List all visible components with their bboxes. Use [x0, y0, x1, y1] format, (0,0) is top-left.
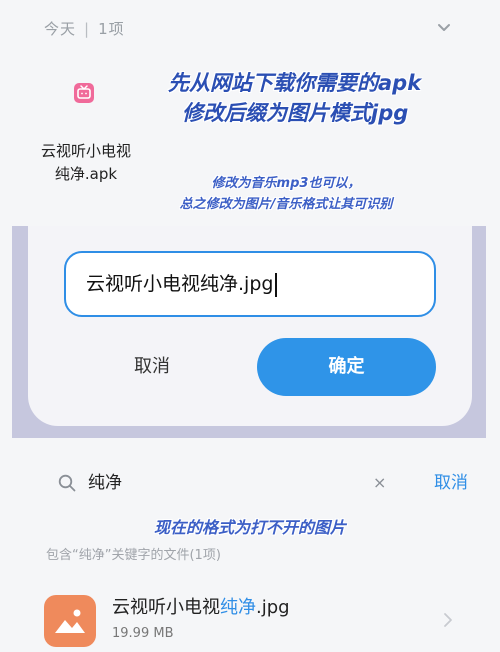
result-name-highlight: 纯净	[220, 597, 256, 618]
result-name-suffix: .jpg	[256, 597, 290, 618]
annotation-line1: 先从网站下载你需要的apk	[168, 71, 422, 95]
annotation-line2: 修改后缀为图片模式jpg	[182, 101, 409, 125]
annotation-instructions: 先从网站下载你需要的apk 修改后缀为图片模式jpg	[168, 68, 421, 128]
search-icon	[58, 474, 76, 492]
search-cancel-button[interactable]: 取消	[434, 470, 468, 496]
search-input[interactable]: 纯净	[88, 470, 348, 496]
header-separator: |	[84, 20, 91, 38]
annotation-status: 现在的格式为打不开的图片	[154, 518, 347, 537]
result-file-size: 19.99 MB	[112, 626, 174, 641]
chevron-right-icon	[444, 613, 452, 627]
image-icon	[55, 609, 85, 633]
file-name-line2: 纯净.apk	[54, 165, 118, 183]
count-label: 1项	[98, 20, 125, 38]
rename-input-value: 云视听小电视纯净.jpg	[86, 273, 274, 295]
file-name: 云视听小电视 纯净.apk	[36, 140, 136, 186]
annotation-note: 修改为音乐mp3也可以， 总之修改为图片/音乐格式让其可识别	[136, 173, 436, 215]
text-caret	[275, 272, 278, 297]
clear-icon[interactable]: ×	[373, 474, 387, 492]
chevron-down-icon[interactable]	[436, 20, 452, 36]
file-name-line1: 云视听小电视	[40, 142, 131, 160]
annotation-line4: 总之修改为图片/音乐格式让其可识别	[179, 197, 393, 212]
result-name-prefix: 云视听小电视	[112, 597, 220, 618]
result-caption: 包含“纯净”关键字的文件(1项)	[46, 548, 221, 563]
cancel-button[interactable]: 取消	[66, 338, 238, 396]
rename-input[interactable]: 云视听小电视纯净.jpg	[64, 251, 436, 317]
result-file-name: 云视听小电视纯净.jpg	[112, 596, 290, 620]
tv-app-icon	[74, 83, 94, 103]
annotation-line3: 修改为音乐mp3也可以，	[211, 176, 361, 191]
confirm-button[interactable]: 确定	[257, 338, 436, 396]
date-label: 今天	[44, 20, 77, 38]
header-date-count: 今天 | 1项	[44, 18, 125, 39]
image-file-icon	[44, 595, 96, 647]
